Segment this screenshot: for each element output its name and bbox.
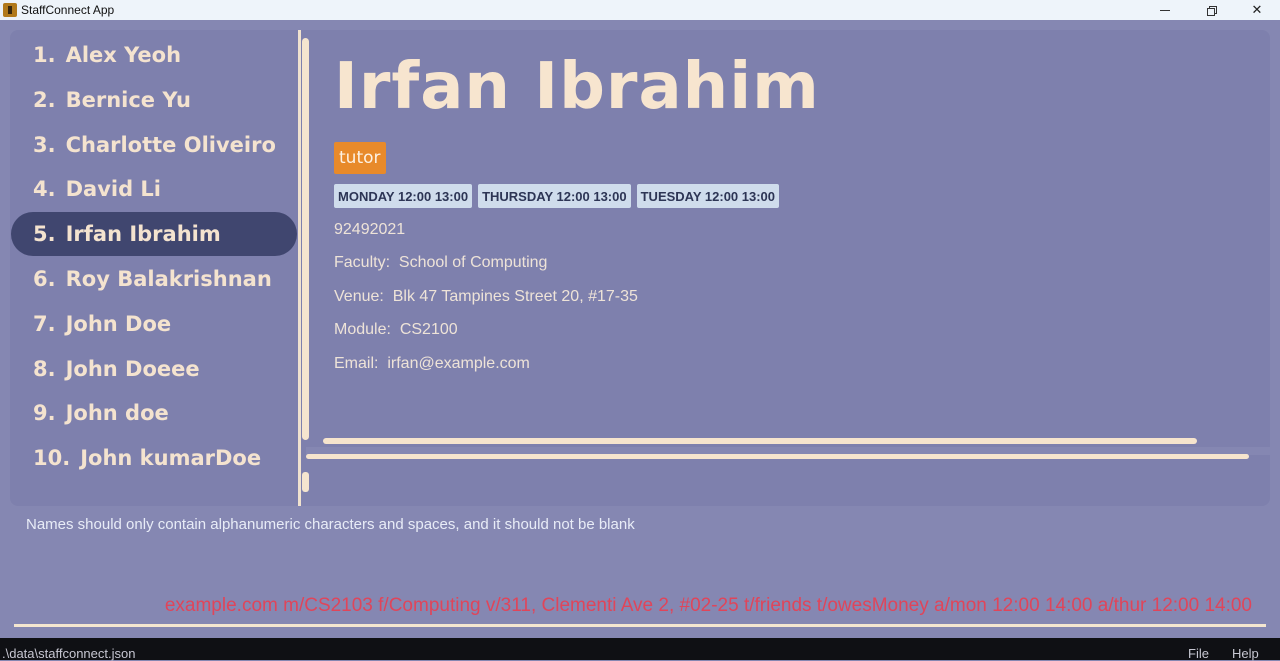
person-index: 4. [33, 177, 56, 202]
restore-button[interactable] [1188, 0, 1234, 20]
person-name: Irfan Ibrahim [65, 222, 221, 247]
close-button[interactable]: ✕ [1234, 0, 1280, 20]
availability-badge: TUESDAY 12:00 13:00 [636, 184, 780, 208]
person-name: Alex Yeoh [65, 43, 182, 67]
list-horizontal-scrollbar[interactable] [306, 454, 1249, 459]
person-list-item[interactable]: 6. Roy Balakrishnan [11, 257, 297, 301]
detail-name: Irfan Ibrahim [334, 50, 820, 124]
detail-horizontal-scrollbar[interactable] [323, 438, 1197, 444]
command-box[interactable]: example.com m/CS2103 f/Computing v/311, … [14, 588, 1266, 624]
person-list-item[interactable]: 3. Charlotte Oliveiro [11, 123, 297, 167]
person-index: 8. [33, 356, 56, 381]
command-input-text[interactable]: example.com m/CS2103 f/Computing v/311, … [165, 595, 1266, 617]
person-name: Charlotte Oliveiro [65, 132, 276, 157]
restore-icon [1206, 5, 1217, 16]
person-list[interactable]: 1. Alex Yeoh 2. Bernice Yu 3. Charlotte Olive… [10, 33, 298, 503]
person-index: 10. [33, 446, 71, 471]
menu-help[interactable]: Help [1232, 646, 1259, 661]
email-value: irfan@example.com [387, 355, 530, 372]
person-list-item[interactable]: 7. John Doe [11, 302, 297, 346]
person-list-item[interactable]: 2. Bernice Yu [11, 78, 297, 122]
person-name: Roy Balakrishnan [65, 267, 272, 291]
person-index: 5. [33, 222, 56, 247]
menu-file[interactable]: File [1188, 646, 1209, 661]
faculty-field: Faculty: School of Computing [334, 254, 547, 272]
person-list-item[interactable]: 4. David Li [11, 167, 297, 211]
person-name: David Li [65, 177, 162, 202]
person-list-item[interactable]: 5. Irfan Ibrahim [11, 212, 297, 257]
person-index: 6. [33, 267, 56, 291]
title-bar: StaffConnect App ✕ [0, 0, 1280, 20]
minimize-button[interactable] [1142, 0, 1188, 20]
module-field: Module: CS2100 [334, 321, 458, 339]
result-message: Names should only contain alphanumeric c… [26, 516, 635, 533]
status-bar: .\data\staffconnect.json File Help [0, 638, 1280, 661]
list-divider [298, 30, 301, 506]
person-list-item[interactable]: 10. John kumarDoe [11, 436, 297, 480]
minimize-icon [1160, 9, 1170, 11]
faculty-value: School of Computing [398, 254, 548, 271]
person-index: 2. [33, 87, 56, 112]
person-name: John Doe [65, 311, 172, 336]
module-value: CS2100 [399, 321, 458, 338]
person-name: Bernice Yu [65, 87, 191, 112]
command-underline [14, 624, 1266, 627]
save-location: .\data\staffconnect.json [2, 646, 136, 661]
lower-vertical-scrollbar[interactable] [302, 472, 309, 492]
person-list-item[interactable]: 9. John doe [11, 391, 297, 435]
person-name: John doe [65, 401, 169, 426]
person-index: 1. [33, 43, 56, 67]
availability-list: MONDAY 12:00 13:00 THURSDAY 12:00 13:00 … [334, 184, 780, 208]
app-icon [3, 3, 17, 17]
email-label: Email: [334, 355, 379, 372]
phone-field: 92492021 [334, 221, 405, 239]
venue-label: Venue: [334, 288, 384, 305]
module-label: Module: [334, 321, 391, 338]
person-index: 3. [33, 132, 56, 157]
venue-field: Venue: Blk 47 Tampines Street 20, #17-35 [334, 288, 638, 306]
person-name: John kumarDoe [80, 446, 262, 471]
faculty-label: Faculty: [334, 254, 391, 271]
close-icon: ✕ [1251, 2, 1263, 18]
person-index: 9. [33, 401, 56, 426]
email-field: Email: irfan@example.com [334, 355, 530, 373]
window-controls: ✕ [1142, 0, 1280, 20]
phone-value: 92492021 [334, 221, 406, 238]
window-title: StaffConnect App [21, 3, 115, 17]
venue-value: Blk 47 Tampines Street 20, #17-35 [392, 288, 638, 305]
detail-vertical-scrollbar[interactable] [302, 38, 309, 440]
person-index: 7. [33, 311, 56, 336]
person-list-item[interactable]: 8. John Doeee [11, 347, 297, 391]
person-name: John Doeee [65, 356, 200, 381]
availability-badge: THURSDAY 12:00 13:00 [478, 184, 631, 208]
availability-badge: MONDAY 12:00 13:00 [334, 184, 473, 208]
person-list-item[interactable]: 1. Alex Yeoh [11, 33, 297, 77]
tag-badge: tutor [334, 142, 386, 174]
